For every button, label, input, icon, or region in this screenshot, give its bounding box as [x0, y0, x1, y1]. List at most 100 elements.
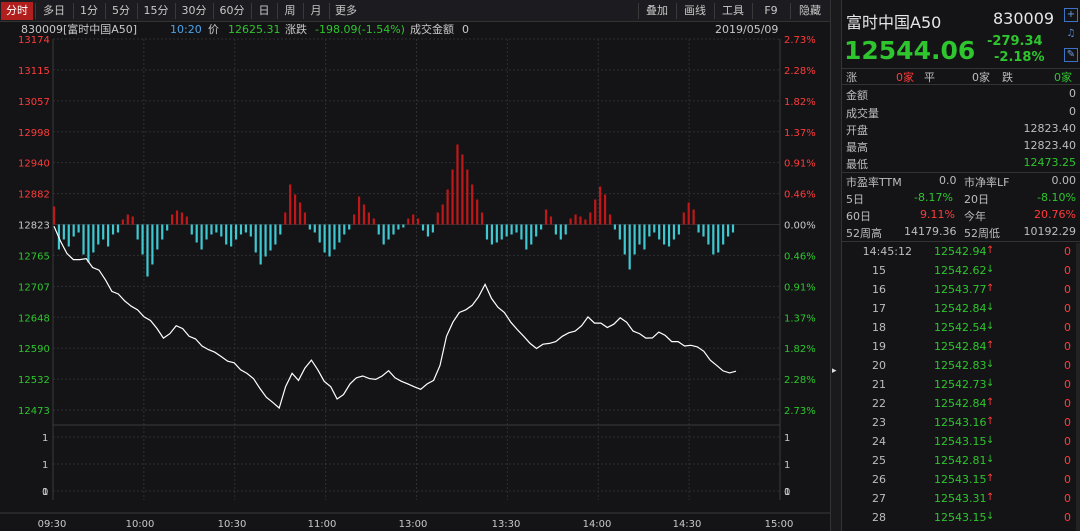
- y-tick-label: 12882: [18, 190, 50, 201]
- tick-volume: 0: [1064, 283, 1071, 296]
- up-count-label: 涨: [846, 71, 857, 84]
- arrow-down-icon: ↓: [986, 454, 995, 465]
- tick-row: 20 12542.83 ↓ 0: [842, 357, 1080, 376]
- tick-row: 26 12543.15 ↑ 0: [842, 471, 1080, 490]
- pe-value: 0.0: [939, 174, 957, 187]
- tick-time: 27: [872, 492, 886, 505]
- tick-price: 12543.31: [934, 492, 987, 505]
- tick-row: 19 12542.84 ↑ 0: [842, 338, 1080, 357]
- tick-row: 14:45:12 12542.94 ↑ 0: [842, 243, 1080, 262]
- last-price: 12544.06: [844, 36, 976, 65]
- d5-value: -8.17%: [914, 191, 953, 204]
- tick-price: 12542.94: [934, 245, 987, 258]
- tick-time: 28: [872, 511, 886, 524]
- y-tick-label: 12707: [18, 282, 50, 293]
- tick-volume: 0: [1064, 454, 1071, 467]
- arrow-up-icon: ↑: [986, 283, 995, 294]
- x-tick-label: 15:00: [765, 519, 794, 530]
- instrument-code: 830009: [993, 9, 1055, 28]
- edit-icon[interactable]: ✎: [1064, 48, 1078, 62]
- arrow-up-icon: ↑: [986, 397, 995, 408]
- bell-icon[interactable]: ♫: [1064, 28, 1078, 42]
- tick-time: 26: [872, 473, 886, 486]
- arrow-down-icon: ↓: [986, 321, 995, 332]
- stat-label: 最高: [846, 141, 868, 154]
- arrow-up-icon: ↑: [986, 245, 995, 256]
- stat-value: 12473.25: [1023, 156, 1077, 169]
- arrow-down-icon: ↓: [986, 302, 995, 313]
- divider: [842, 172, 1080, 173]
- volume-tick-label: 0: [42, 487, 48, 498]
- tick-volume: 0: [1064, 473, 1071, 486]
- tick-row: 27 12543.31 ↑ 0: [842, 490, 1080, 509]
- x-tick-label: 13:30: [492, 519, 521, 530]
- tick-volume: 0: [1064, 245, 1071, 258]
- divider: [842, 68, 1080, 69]
- tick-volume: 0: [1064, 397, 1071, 410]
- stat-label: 最低: [846, 158, 868, 171]
- d20-label: 20日: [964, 193, 989, 206]
- y-tick-label: 12473: [18, 406, 50, 417]
- ytd-value: 20.76%: [1034, 208, 1076, 221]
- stat-label: 成交量: [846, 107, 879, 120]
- tick-price: 12542.83: [934, 359, 987, 372]
- pb-value: 0.00: [1051, 174, 1077, 187]
- tick-volume: 0: [1064, 416, 1071, 429]
- stat-value: 12823.40: [1023, 122, 1077, 135]
- volume-tick-label-right: 1: [784, 433, 790, 444]
- x-tick-label: 09:30: [38, 519, 67, 530]
- tick-row: 25 12542.81 ↓ 0: [842, 452, 1080, 471]
- y-pct-tick-label: 2.73%: [784, 406, 816, 417]
- d60-value: 9.11%: [920, 208, 955, 221]
- tick-row: 16 12543.77 ↑ 0: [842, 281, 1080, 300]
- y-pct-tick-label: 2.73%: [784, 35, 816, 46]
- y-pct-tick-label: 0.91%: [784, 159, 816, 170]
- change-percent: -2.18%: [994, 50, 1045, 65]
- tick-volume: 0: [1064, 511, 1071, 524]
- instrument-title: 富时中国A50: [846, 13, 942, 32]
- arrow-down-icon: ↓: [986, 435, 995, 446]
- y-pct-tick-label: 1.37%: [784, 313, 816, 324]
- x-tick-label: 10:00: [126, 519, 155, 530]
- flat-count-label: 平: [924, 71, 935, 84]
- x-tick-label: 14:30: [673, 519, 702, 530]
- y-pct-tick-label: 0.91%: [784, 282, 816, 293]
- down-count-label: 跌: [1002, 71, 1013, 84]
- flat-count: 0家: [972, 71, 990, 84]
- tick-volume: 0: [1064, 340, 1071, 353]
- y-pct-tick-label: 0.46%: [784, 190, 816, 201]
- tick-scrollbar[interactable]: [1076, 243, 1080, 531]
- y-pct-tick-label: 0.46%: [784, 251, 816, 262]
- tick-volume: 0: [1064, 435, 1071, 448]
- tick-row: 24 12543.15 ↓ 0: [842, 433, 1080, 452]
- add-icon[interactable]: +: [1064, 8, 1078, 22]
- quote-panel: 富时中国A50 830009 12544.06 -279.34 -2.18% 涨…: [841, 0, 1080, 531]
- tick-price: 12542.73: [934, 378, 987, 391]
- stat-value: 0: [1069, 87, 1076, 100]
- tick-time: 24: [872, 435, 886, 448]
- y-tick-label: 12940: [18, 159, 50, 170]
- tick-price: 12542.84: [934, 302, 987, 315]
- arrow-down-icon: ↓: [986, 378, 995, 389]
- arrow-up-icon: ↑: [986, 416, 995, 427]
- tick-time: 15: [872, 264, 886, 277]
- tick-time: 20: [872, 359, 886, 372]
- arrow-down-icon: ↓: [986, 359, 995, 370]
- tick-volume: 0: [1064, 302, 1071, 315]
- tick-volume: 0: [1064, 321, 1071, 334]
- volume-tick-label-right: 0: [784, 487, 790, 498]
- tick-price: 12542.54: [934, 321, 987, 334]
- tick-time: 21: [872, 378, 886, 391]
- tick-price: 12542.84: [934, 397, 987, 410]
- lo52-value: 10192.29: [1023, 225, 1077, 238]
- tick-time: 16: [872, 283, 886, 296]
- intraday-chart[interactable]: 13174 13115 13057 12998 12940 12882 12823 12765…: [0, 0, 830, 531]
- y-tick-label: 12998: [18, 128, 50, 139]
- y-tick-label: 13115: [18, 66, 50, 77]
- d5-label: 5日: [846, 193, 864, 206]
- tick-volume: 0: [1064, 264, 1071, 277]
- tick-time: 23: [872, 416, 886, 429]
- x-tick-label: 11:00: [308, 519, 337, 530]
- y-pct-tick-label: 1.37%: [784, 128, 816, 139]
- tick-row: 21 12542.73 ↓ 0: [842, 376, 1080, 395]
